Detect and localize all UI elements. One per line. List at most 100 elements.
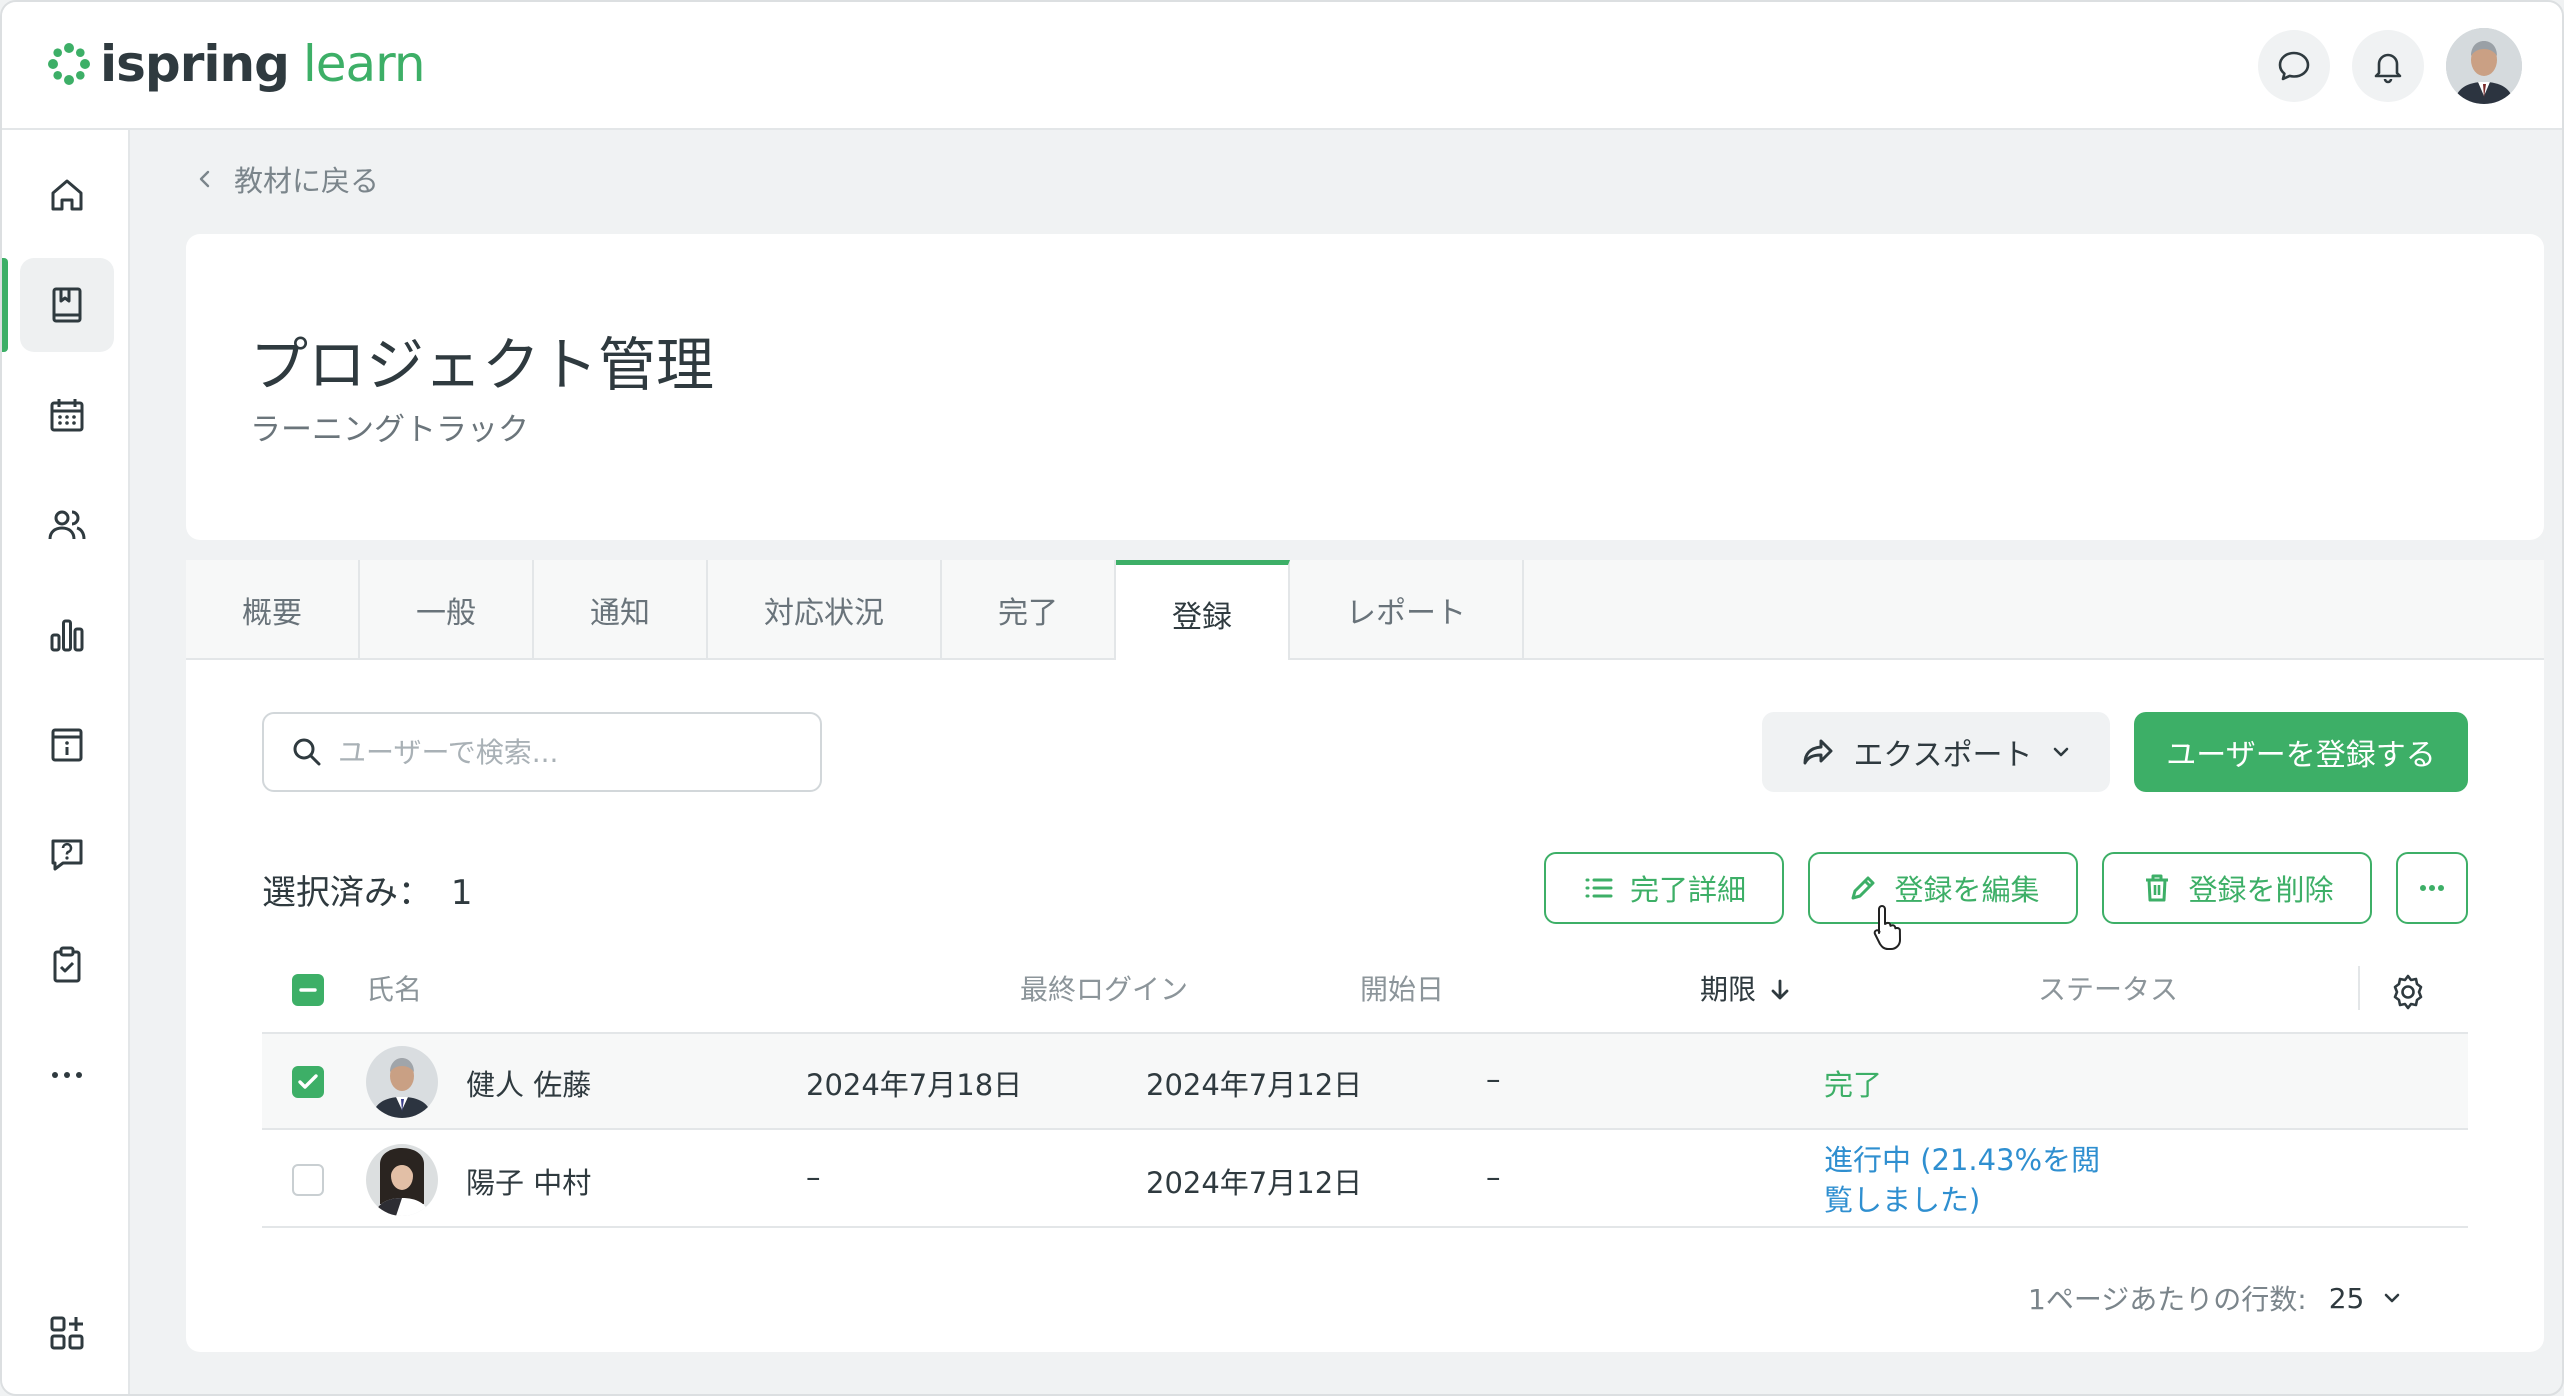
- start-date: 2024年7月12日: [1146, 1068, 1363, 1102]
- table-row[interactable]: 健人 佐藤 2024年7月18日 2024年7月12日 – 完了: [262, 1034, 2468, 1130]
- share-arrow-icon: [1803, 739, 1833, 765]
- completion-details-label: 完了詳細: [1629, 873, 1746, 907]
- tab-reports[interactable]: レポート: [1290, 560, 1524, 660]
- info-calendar-icon: [51, 728, 83, 762]
- sidebar-item-users[interactable]: [20, 478, 114, 572]
- tab-notifications[interactable]: 通知: [534, 560, 708, 660]
- tab-overview[interactable]: 概要: [186, 560, 360, 660]
- column-separator: [2358, 966, 2360, 1010]
- gear-icon[interactable]: [2388, 972, 2428, 1012]
- more-horizontal-icon: [2420, 885, 2444, 891]
- start-date: 2024年7月12日: [1146, 1166, 1363, 1200]
- rows-per-page-select[interactable]: 1ページあたりの行数: 25: [2028, 1278, 2404, 1318]
- sidebar-item-content[interactable]: [20, 258, 114, 352]
- tab-status[interactable]: 対応状況: [708, 560, 942, 660]
- sidebar-item-questions[interactable]: [20, 808, 114, 902]
- status-badge: 完了: [1824, 1068, 1883, 1102]
- messages-button[interactable]: [2258, 30, 2330, 102]
- avatar: [366, 1144, 438, 1216]
- sidebar-item-events[interactable]: [20, 698, 114, 792]
- export-label: エクスポート: [1853, 738, 2033, 773]
- sidebar-item-assignments[interactable]: [20, 918, 114, 1012]
- chat-icon: [2278, 51, 2310, 81]
- user-name[interactable]: 陽子 中村: [466, 1160, 591, 1202]
- row-checkbox[interactable]: [292, 1164, 324, 1196]
- tab-completion[interactable]: 完了: [942, 560, 1116, 660]
- list-icon: [1585, 878, 1613, 898]
- column-header-due-date[interactable]: 期限: [1700, 970, 1794, 1010]
- due-date-label: 期限: [1700, 973, 1757, 1006]
- arrow-down-icon: [1771, 979, 1789, 1000]
- calendar-icon: [50, 399, 84, 432]
- delete-enrollment-button[interactable]: 登録を削除: [2102, 852, 2372, 924]
- sidebar-item-reports[interactable]: [20, 588, 114, 682]
- check-icon: [298, 1074, 318, 1089]
- pencil-icon: [1851, 876, 1875, 900]
- sidebar-item-home[interactable]: [20, 148, 114, 242]
- users-icon: [48, 510, 86, 540]
- search-box[interactable]: [262, 712, 822, 792]
- search-icon: [293, 738, 321, 766]
- course-header-card: プロジェクト管理 ラーニングトラック: [186, 234, 2544, 540]
- avatar: [366, 1046, 438, 1118]
- notifications-button[interactable]: [2352, 30, 2424, 102]
- home-icon: [51, 179, 83, 211]
- rows-per-page-value: 25: [2328, 1281, 2365, 1315]
- ispring-logo-icon: [48, 43, 90, 85]
- sidebar-item-calendar[interactable]: [20, 368, 114, 462]
- last-login: 2024年7月18日: [806, 1068, 1023, 1102]
- column-header-start-date[interactable]: 開始日: [1360, 970, 1444, 1010]
- edit-enrollment-button[interactable]: 登録を編集: [1808, 852, 2078, 924]
- more-actions-button[interactable]: [2396, 852, 2468, 924]
- edit-enrollment-label: 登録を編集: [1894, 873, 2040, 907]
- selection-count: 選択済み： 1: [262, 865, 472, 914]
- chevron-down-icon: [2385, 1293, 2400, 1303]
- chart-icon: [50, 619, 84, 652]
- completion-details-button[interactable]: 完了詳細: [1544, 852, 1784, 924]
- last-login: –: [806, 1160, 821, 1194]
- app-window: ispring learn 教材に戻る プロジェクト管理 ラーニングトラック 概…: [0, 0, 2564, 1396]
- question-chat-icon: [51, 839, 83, 871]
- search-input[interactable]: [338, 735, 798, 769]
- export-dropdown-button[interactable]: エクスポート: [1762, 712, 2110, 792]
- hand-cursor-icon: [1873, 905, 1901, 950]
- page-subtitle: ラーニングトラック: [250, 412, 529, 448]
- clipboard-check-icon: [53, 946, 81, 983]
- add-widget-icon: [50, 1316, 84, 1350]
- user-photo-icon: [366, 1144, 438, 1216]
- tab-bar: 概要 一般 通知 対応状況 完了 登録 レポート: [186, 560, 2544, 662]
- column-header-name[interactable]: 氏名: [366, 970, 422, 1010]
- tab-enrollment[interactable]: 登録: [1116, 560, 1290, 662]
- enrollment-panel: エクスポート ユーザーを登録する 選択済み： 1 完了詳細: [186, 660, 2544, 1352]
- breadcrumb-label: 教材に戻る: [234, 164, 380, 198]
- sidebar-item-more[interactable]: [20, 1028, 114, 1122]
- selection-number: 1: [450, 873, 473, 913]
- register-users-button[interactable]: ユーザーを登録する: [2134, 712, 2468, 792]
- trash-icon: [2146, 874, 2169, 902]
- bell-icon: [2374, 53, 2402, 84]
- delete-enrollment-label: 登録を削除: [2188, 873, 2334, 907]
- user-name[interactable]: 健人 佐藤: [466, 1062, 591, 1104]
- logo-wordmark-primary: ispring: [100, 35, 290, 93]
- due-date: –: [1486, 1062, 1501, 1096]
- select-all-checkbox[interactable]: [292, 974, 324, 1006]
- row-checkbox[interactable]: [292, 1066, 324, 1098]
- due-date: –: [1486, 1160, 1501, 1194]
- app-logo[interactable]: ispring learn: [46, 34, 426, 94]
- column-header-last-login[interactable]: 最終ログイン: [1020, 970, 1188, 1010]
- minus-icon: [299, 988, 317, 992]
- breadcrumb-back-link[interactable]: 教材に戻る: [192, 158, 379, 200]
- sidebar: [2, 130, 130, 1394]
- chevron-down-icon: [2053, 747, 2068, 757]
- more-dots-icon: [52, 1072, 82, 1078]
- user-avatar[interactable]: [2446, 28, 2522, 104]
- table-row[interactable]: 陽子 中村 – 2024年7月12日 – 進行中 (21.43%を閲覧しました): [262, 1132, 2468, 1228]
- top-bar: ispring learn: [2, 2, 2562, 130]
- sidebar-item-apps[interactable]: [20, 1286, 114, 1380]
- logo-wordmark-secondary: learn: [302, 35, 426, 93]
- page-title: プロジェクト管理: [250, 331, 715, 399]
- sidebar-active-indicator: [2, 258, 8, 352]
- column-header-status[interactable]: ステータス: [2038, 970, 2178, 1010]
- tab-general[interactable]: 一般: [360, 560, 534, 660]
- chevron-left-icon: [199, 170, 210, 188]
